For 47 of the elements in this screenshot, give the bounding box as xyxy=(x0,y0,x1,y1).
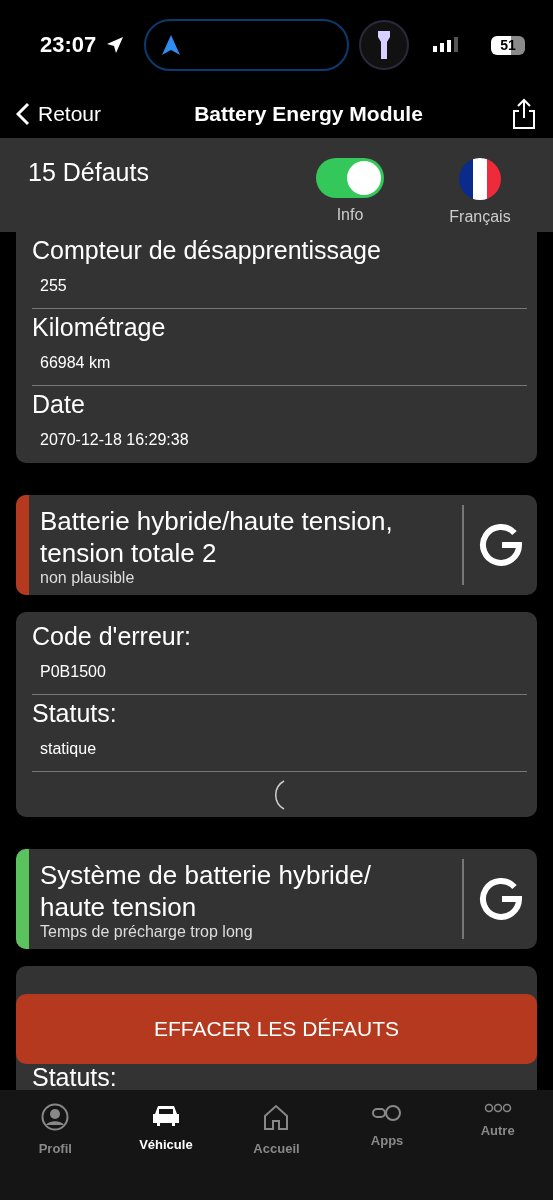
share-icon[interactable] xyxy=(511,98,537,130)
flashlight-icon xyxy=(378,31,391,59)
fault-title: Système de batterie hybride/ haute tension xyxy=(40,859,372,923)
g-icon[interactable] xyxy=(477,876,524,922)
field-value: P0B1500 xyxy=(40,663,107,681)
field-label: Date xyxy=(32,390,86,419)
field-value: 255 xyxy=(40,277,68,295)
toggle-label: Info xyxy=(336,206,364,224)
tab-bar-item[interactable]: Autre xyxy=(442,1102,553,1139)
fault-card[interactable]: Batterie hybride/haute tension, tension totale 2 non plausible xyxy=(16,495,537,595)
car-icon xyxy=(151,1103,180,1127)
status-time: 23:07 xyxy=(40,32,97,58)
field-label: Kilométrage xyxy=(32,313,167,342)
loading-spinner-icon xyxy=(274,779,285,810)
tab-bar-item[interactable]: Apps xyxy=(331,1102,443,1149)
back-link[interactable]: Retour xyxy=(16,102,146,126)
toggle-shapes-icon xyxy=(372,1103,403,1123)
field-label: Statuts: xyxy=(32,699,118,728)
navigation-arrow-icon xyxy=(162,35,181,55)
field-label: Code d'erreur: xyxy=(32,622,193,651)
field-value: 2070-12-18 16:29:38 xyxy=(40,431,190,449)
fault-title: Batterie hybride/haute tension, tension totale 2 xyxy=(40,505,394,569)
g-icon[interactable] xyxy=(477,522,524,568)
fault-description: Temps de précharge trop long xyxy=(40,923,254,941)
field-value: 66984 km xyxy=(40,354,112,372)
fault-card[interactable]: Système de batterie hybride/ haute tension Temps de précharge trop long xyxy=(16,849,537,949)
location-arrow-icon xyxy=(106,36,125,54)
language-label: Français xyxy=(449,208,511,226)
flag-icon[interactable] xyxy=(459,158,501,200)
signal-icon xyxy=(433,37,460,53)
field-label: Compteur de désapprentissage xyxy=(32,236,382,265)
battery-indicator: 51 xyxy=(491,35,525,55)
tab-bar-item[interactable]: Véhicule xyxy=(110,1102,222,1153)
field-value: statique xyxy=(40,740,98,758)
profile-icon xyxy=(41,1103,70,1131)
tab-bar-item[interactable]: Accueil xyxy=(221,1102,332,1157)
clear-faults-button[interactable]: EFFACER LES DÉFAUTS xyxy=(16,994,537,1064)
field-label: Statuts: xyxy=(32,1065,118,1089)
info-toggle[interactable] xyxy=(316,158,384,198)
flashlight-button[interactable] xyxy=(359,20,410,70)
fault-count: 15 Défauts xyxy=(28,158,150,187)
more-icon xyxy=(483,1103,512,1113)
home-icon xyxy=(262,1103,291,1131)
tab-bar-item[interactable]: Profil xyxy=(0,1102,111,1157)
chevron-left-icon xyxy=(16,102,30,126)
page-title: Battery Energy Module xyxy=(193,102,424,126)
fault-description: non plausible xyxy=(40,569,136,587)
